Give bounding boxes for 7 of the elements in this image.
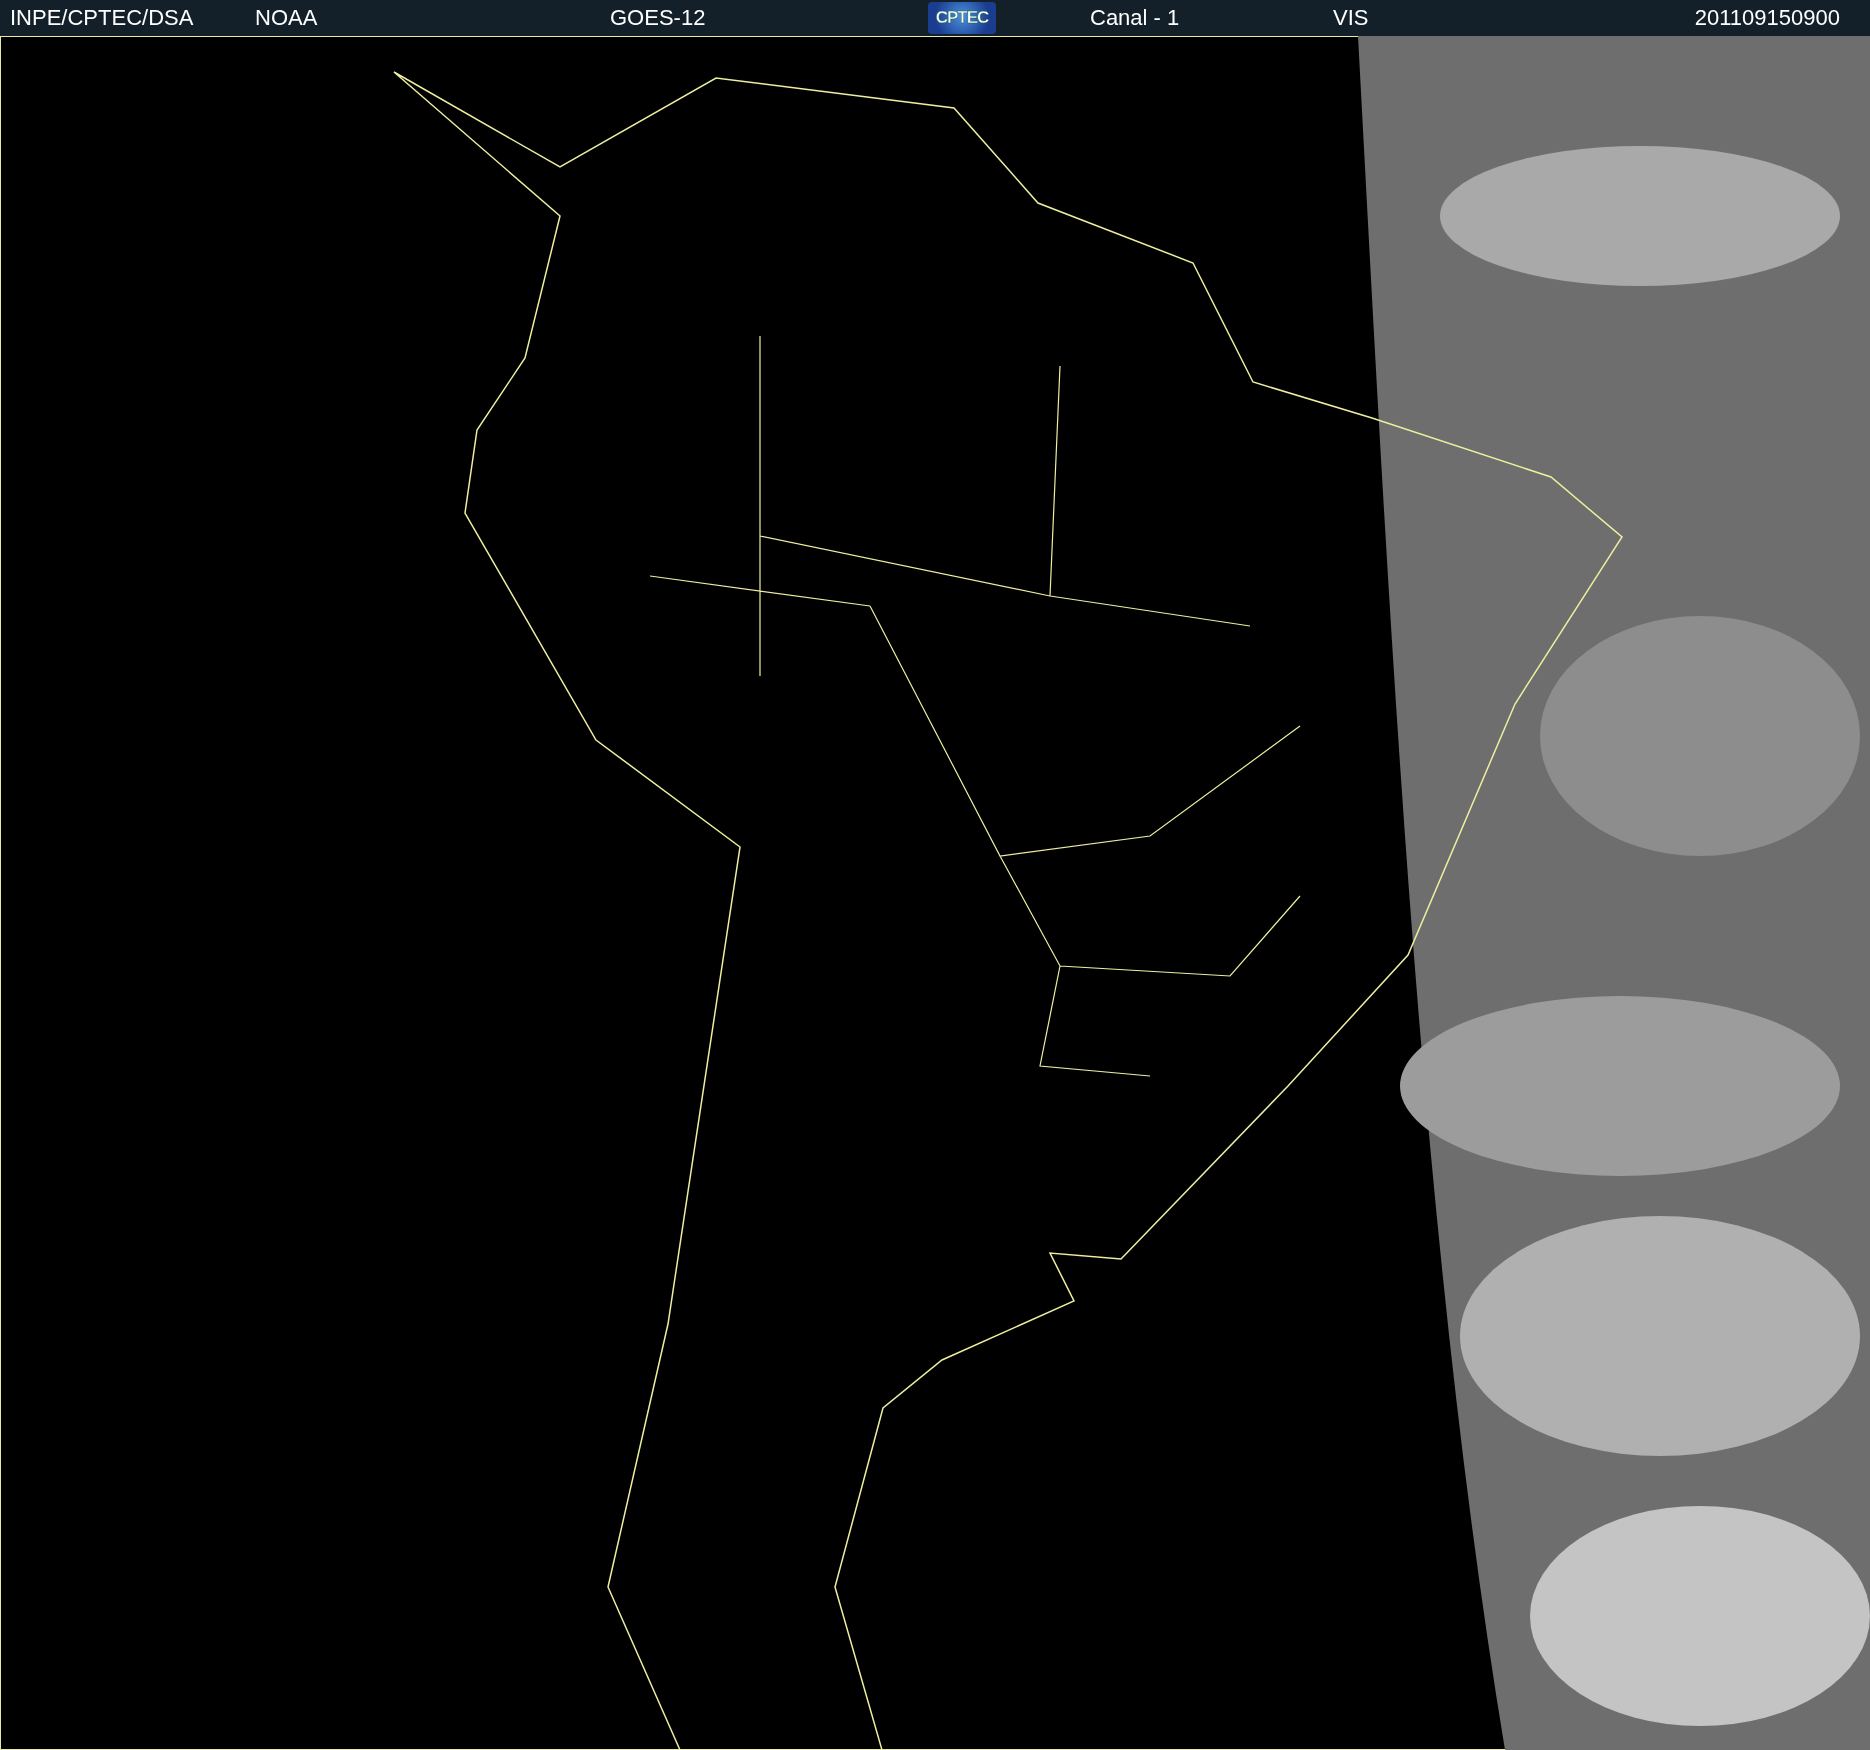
- channel-label: Canal - 1: [1090, 5, 1181, 31]
- satellite-label: GOES-12: [610, 5, 707, 31]
- timestamp-label: 201109150900: [1694, 5, 1840, 31]
- logo: CPTEC: [928, 2, 996, 34]
- source-label: INPE/CPTEC/DSA: [10, 5, 195, 31]
- band-label: VIS: [1333, 5, 1370, 31]
- agency-label: NOAA: [255, 5, 319, 31]
